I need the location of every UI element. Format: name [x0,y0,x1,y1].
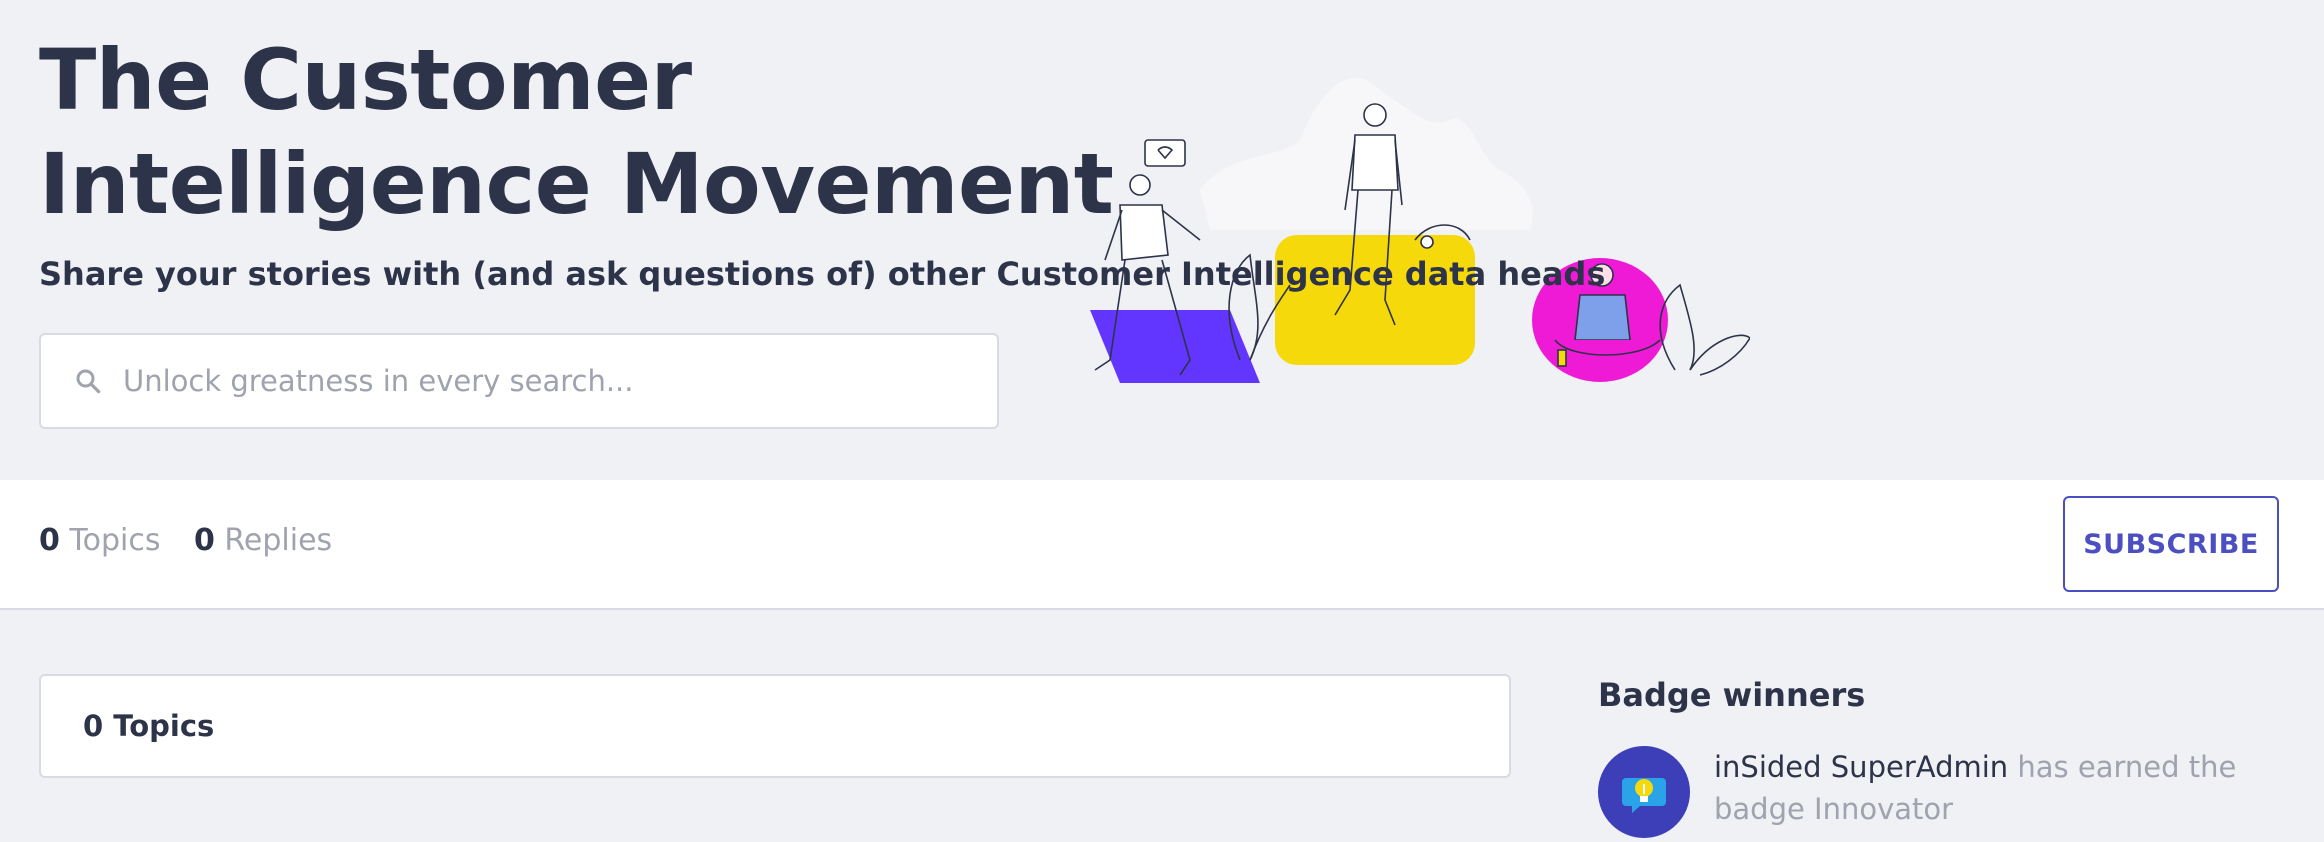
topics-panel: 0 Topics [39,674,1511,778]
badge-winners-widget: Badge winners inSided SuperAdmin has ear… [1598,676,2298,838]
page-title: The Customer Intelligence Movement [39,31,1114,233]
lightbulb-badge-icon[interactable] [1598,746,1690,838]
badge-winner-text: inSided SuperAdmin has earned the badge … [1714,746,2274,830]
subscribe-button[interactable]: SUBSCRIBE [2063,496,2279,592]
stats-bar: 0 Topics 0 Replies SUBSCRIBE [0,480,2324,610]
search-input[interactable] [123,364,963,398]
search-box[interactable] [39,333,999,429]
topics-label: Topics [69,523,161,558]
badge-winners-title: Badge winners [1598,676,1866,714]
topics-stat: 0 Topics [39,523,161,558]
topics-heading: 0 Topics [83,709,215,743]
badge-winner-item[interactable]: inSided SuperAdmin has earned the badge … [1598,746,2298,842]
replies-label: Replies [224,523,333,558]
replies-count: 0 [194,523,215,558]
replies-stat: 0 Replies [194,523,332,558]
community-illustration [1090,78,1750,383]
search-icon [73,366,103,396]
hero-banner: The Customer Intelligence Movement Share… [0,0,2324,480]
badge-winner-user[interactable]: inSided SuperAdmin [1714,750,2008,784]
topics-count: 0 [39,523,60,558]
page-subtitle: Share your stories with (and ask questio… [39,255,1606,293]
